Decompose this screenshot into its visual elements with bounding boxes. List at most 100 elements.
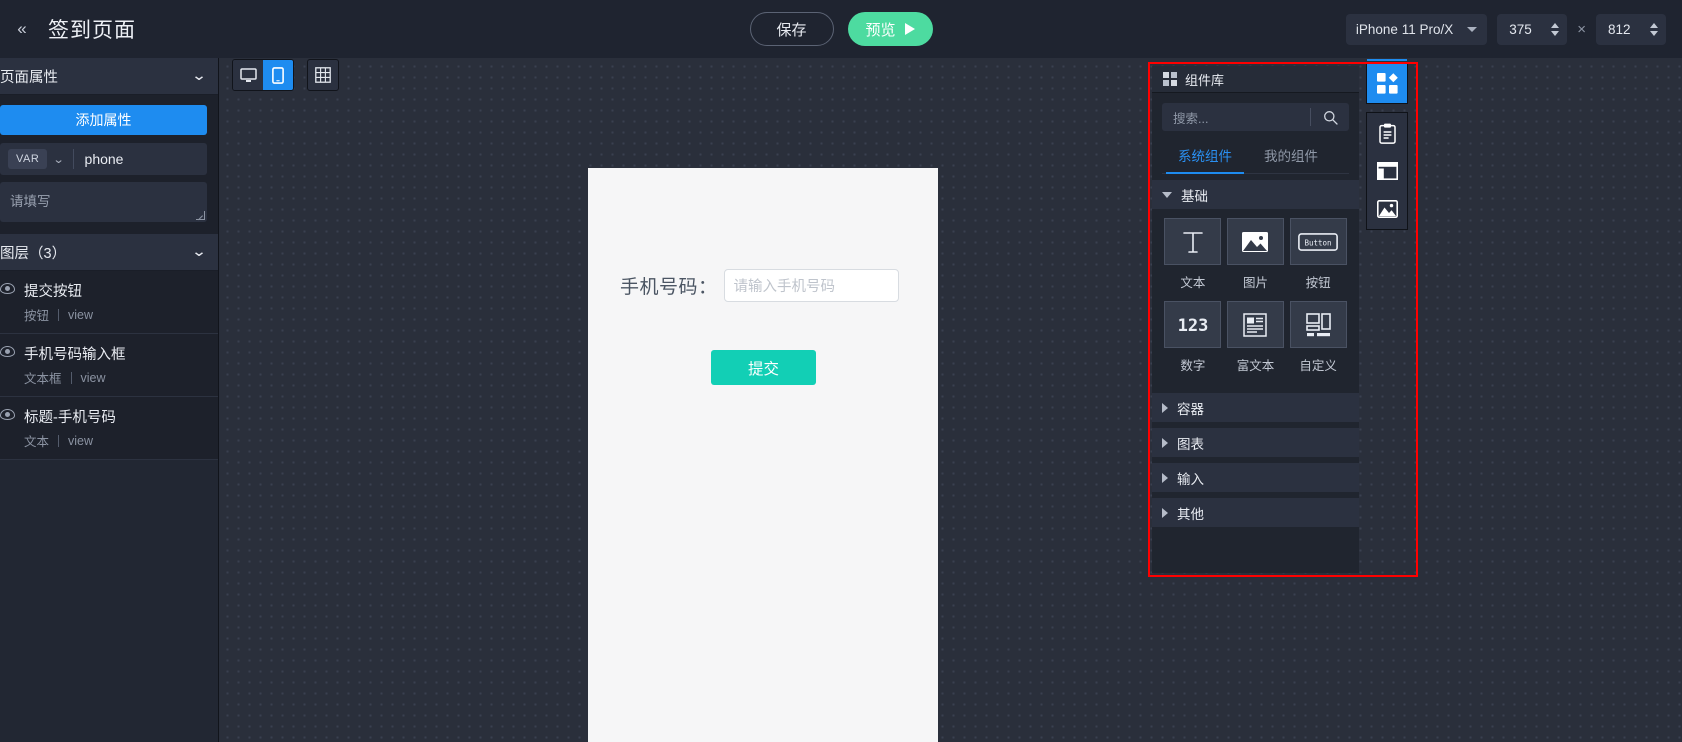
property-name-input[interactable]: phone: [85, 151, 124, 167]
list-item[interactable]: 提交按钮 按钮 view: [0, 271, 218, 334]
category-other[interactable]: 其他: [1152, 498, 1359, 527]
header-right-controls: iPhone 11 Pro/X 375 × 812: [1345, 0, 1666, 58]
component-label: 文本: [1180, 276, 1206, 290]
phone-number-label: 手机号码：: [620, 277, 718, 298]
resize-handle-icon[interactable]: [196, 211, 205, 220]
desktop-icon: [239, 67, 257, 82]
chevron-down-icon[interactable]: ⌄: [53, 153, 65, 166]
chevron-down-icon[interactable]: ⌄: [191, 244, 207, 260]
collapse-sidebar-icon[interactable]: «: [6, 9, 36, 49]
device-preset-value: iPhone 11 Pro/X: [1355, 21, 1454, 37]
page-properties-title: 页面属性: [0, 69, 58, 86]
layer-scope: view: [68, 307, 94, 322]
component-button[interactable]: Button 按钮: [1287, 218, 1349, 300]
property-row[interactable]: VAR ⌄ phone: [0, 143, 207, 175]
canvas-height-stepper[interactable]: 812: [1596, 13, 1666, 45]
eye-icon[interactable]: [0, 283, 15, 294]
height-spinner-icon[interactable]: [1650, 22, 1658, 36]
layers-title: 图层（3）: [0, 245, 67, 262]
divider: [58, 434, 60, 447]
chevron-right-icon: [1162, 507, 1168, 518]
category-label: 容器: [1177, 401, 1204, 417]
clipboard-icon: [1378, 123, 1396, 144]
page-title: 签到页面: [48, 19, 136, 42]
phone-number-input[interactable]: 请输入手机号码: [723, 269, 899, 302]
app-header: « 签到页面 保存 预览 iPhone 11 Pro/X 375 × 812: [0, 0, 1682, 58]
viewport-mobile-button[interactable]: [263, 60, 293, 90]
layer-name: 提交按钮: [24, 284, 82, 300]
component-label: 自定义: [1299, 359, 1337, 373]
width-spinner-icon[interactable]: [1551, 22, 1560, 36]
component-library-header: 组件库: [1152, 66, 1359, 93]
property-type-tag: VAR: [8, 149, 48, 169]
layers-list: 提交按钮 按钮 view 手机号码输入框 文本框 view 标题-手机号码 文本…: [0, 271, 218, 460]
basic-components-grid: 文本 图片 Button 按钮 123 数字 富文本 自定义: [1152, 209, 1359, 387]
component-label: 按钮: [1305, 276, 1331, 290]
submit-button[interactable]: 提交: [711, 350, 816, 385]
layer-scope: view: [80, 370, 106, 385]
layers-section-header[interactable]: 图层（3） ⌄: [0, 234, 218, 271]
component-label: 图片: [1242, 276, 1268, 290]
rail-button-layout[interactable]: [1372, 158, 1402, 184]
save-button[interactable]: 保存: [749, 12, 834, 46]
component-search-input[interactable]: 搜索...: [1173, 108, 1310, 127]
svg-text:123: 123: [1177, 316, 1208, 335]
chevron-right-icon: [1162, 472, 1168, 483]
component-label: 富文本: [1236, 359, 1275, 373]
component-library-title: 组件库: [1185, 72, 1225, 88]
tab-system-components[interactable]: 系统组件: [1162, 138, 1248, 174]
rail-button-group: [1366, 112, 1408, 230]
preview-button[interactable]: 预览: [847, 12, 933, 46]
dimension-separator: ×: [1577, 20, 1586, 38]
canvas-view-toolbar: [232, 59, 339, 91]
category-chart[interactable]: 图表: [1152, 428, 1359, 457]
active-rail-indicator: [1367, 59, 1407, 61]
tab-my-components[interactable]: 我的组件: [1248, 138, 1334, 173]
viewport-desktop-button[interactable]: [233, 60, 263, 90]
grid-toggle-button[interactable]: [307, 59, 339, 91]
category-label: 输入: [1177, 471, 1204, 487]
component-text[interactable]: 文本: [1162, 218, 1224, 300]
rail-button-components[interactable]: [1366, 62, 1408, 104]
add-property-container: 添加属性: [0, 95, 218, 143]
component-custom[interactable]: 自定义: [1287, 301, 1349, 383]
chevron-down-icon: [1162, 191, 1172, 198]
layer-name: 标题-手机号码: [24, 410, 116, 426]
phone-preview-frame[interactable]: 手机号码： 请输入手机号码 提交: [588, 168, 938, 742]
component-image[interactable]: 图片: [1225, 218, 1287, 300]
eye-icon[interactable]: [0, 409, 15, 420]
chevron-down-icon: [1467, 26, 1478, 32]
category-label: 其他: [1177, 506, 1204, 522]
divider: [72, 149, 74, 169]
component-rich-text[interactable]: 富文本: [1225, 301, 1287, 383]
canvas-height-value: 812: [1608, 21, 1631, 37]
layer-name: 手机号码输入框: [24, 347, 126, 363]
eye-icon[interactable]: [0, 346, 15, 357]
rail-button-image[interactable]: [1372, 196, 1402, 222]
components-grid-icon: [1376, 72, 1398, 94]
rail-button-clipboard[interactable]: [1372, 120, 1402, 146]
search-icon[interactable]: [1311, 110, 1349, 125]
list-item[interactable]: 标题-手机号码 文本 view: [0, 397, 218, 460]
layer-type: 文本: [24, 435, 50, 449]
play-icon: [904, 23, 915, 35]
component-number[interactable]: 123 数字: [1162, 301, 1224, 383]
left-sidebar: 页面属性 ⌄ 添加属性 VAR ⌄ phone 请填写 图层（3） ⌄ 提交按钮…: [0, 58, 219, 742]
list-item[interactable]: 手机号码输入框 文本框 view: [0, 334, 218, 397]
canvas-width-value: 375: [1509, 21, 1532, 37]
design-canvas[interactable]: 手机号码： 请输入手机号码 提交: [219, 58, 1682, 742]
category-input[interactable]: 输入: [1152, 463, 1359, 492]
property-description-textarea[interactable]: 请填写: [0, 182, 207, 222]
category-container[interactable]: 容器: [1152, 393, 1359, 422]
category-basic[interactable]: 基础: [1152, 180, 1359, 209]
canvas-width-stepper[interactable]: 375: [1497, 13, 1568, 45]
component-search-box[interactable]: 搜索...: [1162, 103, 1349, 131]
page-properties-section-header[interactable]: 页面属性 ⌄: [0, 58, 218, 95]
device-preset-select[interactable]: iPhone 11 Pro/X: [1345, 13, 1488, 45]
add-property-button[interactable]: 添加属性: [0, 105, 207, 135]
chevron-right-icon: [1162, 402, 1168, 413]
components-grid-icon: [1163, 72, 1177, 86]
number-123-icon: 123: [1164, 301, 1222, 348]
chevron-down-icon[interactable]: ⌄: [191, 68, 207, 84]
phone-number-form-row: 手机号码： 请输入手机号码: [620, 269, 899, 302]
